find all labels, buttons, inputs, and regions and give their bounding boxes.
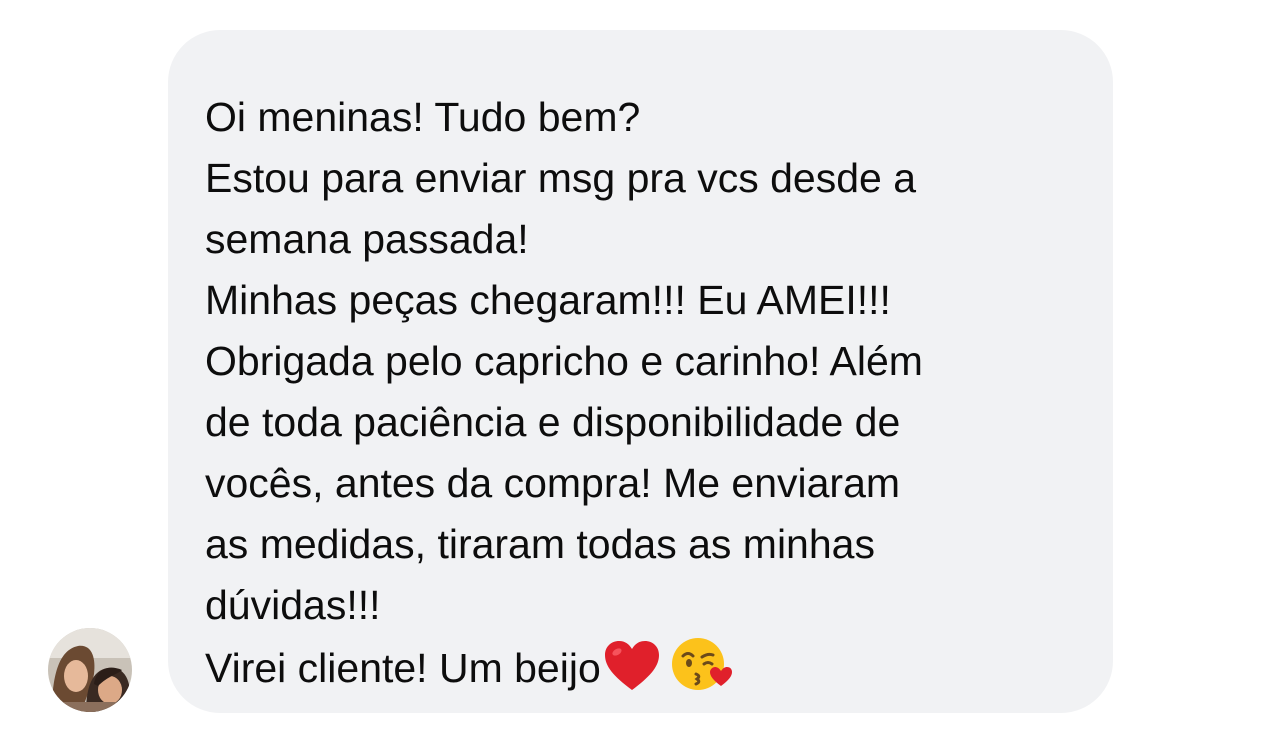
- message-line: Oi meninas! Tudo bem?: [205, 94, 641, 140]
- message-line: Minhas peças chegaram!!! Eu AMEI!!!: [205, 277, 891, 323]
- sender-avatar[interactable]: [48, 628, 132, 712]
- message-line: Estou para enviar msg pra vcs desde a se…: [205, 155, 917, 262]
- message-bubble[interactable]: Oi meninas! Tudo bem? Estou para enviar …: [168, 30, 1113, 713]
- heart-icon: [603, 640, 661, 709]
- message-closing-line: Virei cliente! Um beijo: [205, 636, 1073, 709]
- kissing-face-icon: [671, 636, 733, 709]
- message-closing-text: Virei cliente! Um beijo: [205, 645, 601, 691]
- message-line: Obrigada pelo capricho e carinho! Além d…: [205, 338, 923, 628]
